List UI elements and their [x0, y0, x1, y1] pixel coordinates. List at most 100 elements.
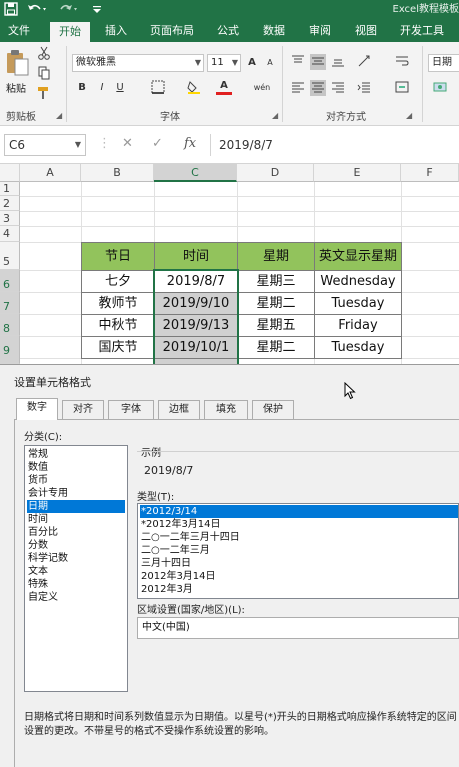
table-cell[interactable]: Tuesday — [314, 292, 402, 315]
row-header-1[interactable]: 1 — [0, 182, 20, 196]
clipboard-launcher-icon[interactable]: ◢ — [56, 111, 62, 120]
table-header-cell[interactable]: 节日 — [81, 242, 155, 271]
cancel-icon[interactable]: ✕ — [122, 136, 133, 151]
category-item[interactable]: 数值 — [27, 461, 125, 474]
dialog-tab-alignment[interactable]: 对齐 — [62, 400, 104, 419]
tab-home[interactable]: 开始 — [50, 22, 90, 42]
table-cell[interactable]: 七夕 — [81, 270, 155, 293]
type-item[interactable]: 二○一二年三月 — [140, 544, 458, 557]
table-cell[interactable]: 星期三 — [237, 270, 315, 293]
category-item[interactable]: 时间 — [27, 513, 125, 526]
table-cell[interactable]: Friday — [314, 314, 402, 337]
category-item[interactable]: 百分比 — [27, 526, 125, 539]
row-header-8[interactable]: 8 — [0, 314, 20, 336]
tab-insert[interactable]: 插入 — [96, 20, 136, 42]
table-header-cell[interactable]: 英文显示星期 — [314, 242, 402, 271]
dialog-tab-protection[interactable]: 保护 — [252, 400, 294, 419]
align-center-icon[interactable] — [310, 80, 326, 96]
alignment-launcher-icon[interactable]: ◢ — [406, 111, 412, 120]
tab-view[interactable]: 视图 — [346, 20, 386, 42]
category-item[interactable]: 特殊 — [27, 578, 125, 591]
formula-input[interactable]: 2019/8/7 — [210, 134, 459, 156]
paste-icon[interactable] — [4, 48, 30, 78]
row-header-4[interactable]: 4 — [0, 226, 20, 242]
underline-button[interactable]: U — [112, 80, 128, 96]
type-item[interactable]: *2012年3月14日 — [140, 518, 458, 531]
table-cell[interactable]: Tuesday — [314, 336, 402, 359]
table-cell[interactable]: Wednesday — [314, 270, 402, 293]
table-header-cell[interactable]: 星期 — [237, 242, 315, 271]
orientation-icon[interactable] — [356, 54, 372, 70]
category-item[interactable]: 货币 — [27, 474, 125, 487]
tab-developer[interactable]: 开发工具 — [392, 20, 452, 42]
dialog-tab-number[interactable]: 数字 — [16, 398, 58, 420]
type-item-selected[interactable]: *2012/3/14 — [140, 505, 458, 518]
row-header-7[interactable]: 7 — [0, 292, 20, 314]
decrease-font-button[interactable]: A — [262, 55, 278, 71]
font-color-button[interactable]: A — [216, 79, 232, 95]
category-item[interactable]: 会计专用 — [27, 487, 125, 500]
row-header-3[interactable]: 3 — [0, 211, 20, 226]
row-header-5[interactable]: 5 — [0, 242, 20, 270]
table-cell[interactable]: 2019/8/7 — [154, 270, 238, 293]
column-header-e[interactable]: E — [314, 164, 401, 182]
locale-select[interactable]: 中文(中国) — [137, 617, 459, 639]
enter-icon[interactable]: ✓ — [152, 136, 163, 151]
phonetic-button[interactable]: wén — [252, 80, 272, 96]
font-name-combo[interactable]: 微软雅黑 ▼ — [72, 54, 204, 72]
table-cell[interactable]: 2019/9/13 — [154, 314, 238, 337]
accounting-format-icon[interactable] — [432, 80, 448, 96]
table-cell[interactable]: 星期二 — [237, 292, 315, 315]
wrap-text-icon[interactable] — [394, 54, 410, 70]
category-item[interactable]: 科学记数 — [27, 552, 125, 565]
align-top-icon[interactable] — [290, 54, 306, 70]
indent-icon[interactable] — [356, 80, 372, 96]
redo-icon[interactable] — [58, 2, 80, 20]
cut-icon[interactable] — [36, 46, 52, 62]
table-cell[interactable]: 教师节 — [81, 292, 155, 315]
copy-icon[interactable] — [36, 66, 52, 82]
category-item[interactable]: 常规 — [27, 448, 125, 461]
bold-button[interactable]: B — [74, 80, 90, 96]
fill-color-icon[interactable] — [186, 80, 202, 96]
type-item[interactable]: 三月十四日 — [140, 557, 458, 570]
tab-file[interactable]: 文件 — [0, 20, 38, 42]
tab-page-layout[interactable]: 页面布局 — [142, 20, 202, 42]
table-cell[interactable]: 国庆节 — [81, 336, 155, 359]
name-box[interactable]: C6 ▼ — [4, 134, 86, 156]
font-size-combo[interactable]: 11 ▼ — [207, 54, 241, 72]
table-cell[interactable]: 2019/9/10 — [154, 292, 238, 315]
borders-icon[interactable] — [150, 80, 166, 96]
tab-formulas[interactable]: 公式 — [208, 20, 248, 42]
align-middle-icon[interactable] — [310, 54, 326, 70]
column-header-b[interactable]: B — [81, 164, 154, 182]
table-cell[interactable]: 星期二 — [237, 336, 315, 359]
row-header-9[interactable]: 9 — [0, 336, 20, 364]
tab-data[interactable]: 数据 — [254, 20, 294, 42]
column-header-a[interactable]: A — [20, 164, 81, 182]
save-icon[interactable] — [4, 2, 18, 20]
table-cell[interactable]: 星期五 — [237, 314, 315, 337]
insert-function-icon[interactable]: fx — [184, 136, 196, 151]
dialog-tab-border[interactable]: 边框 — [158, 400, 200, 419]
column-header-d[interactable]: D — [237, 164, 314, 182]
category-item[interactable]: 自定义 — [27, 591, 125, 604]
dialog-tab-fill[interactable]: 填充 — [204, 400, 248, 419]
type-list[interactable]: *2012/3/14 *2012年3月14日 二○一二年三月十四日 二○一二年三… — [137, 503, 459, 599]
table-header-cell[interactable]: 时间 — [154, 242, 238, 271]
category-item[interactable]: 文本 — [27, 565, 125, 578]
merge-cells-icon[interactable] — [394, 80, 410, 96]
row-header-6[interactable]: 6 — [0, 270, 20, 292]
column-header-c[interactable]: C — [154, 164, 237, 182]
type-item[interactable]: 2012年3月 — [140, 583, 458, 596]
undo-icon[interactable] — [26, 2, 48, 20]
dialog-tab-font[interactable]: 字体 — [108, 400, 154, 419]
customize-icon[interactable] — [92, 2, 102, 20]
italic-button[interactable]: I — [94, 80, 110, 96]
type-item[interactable]: 2012年3月14日 — [140, 570, 458, 583]
select-all-corner[interactable] — [0, 164, 20, 182]
category-item-selected[interactable]: 日期 — [27, 500, 125, 513]
align-left-icon[interactable] — [290, 80, 306, 96]
column-header-f[interactable]: F — [401, 164, 459, 182]
align-bottom-icon[interactable] — [330, 54, 346, 70]
